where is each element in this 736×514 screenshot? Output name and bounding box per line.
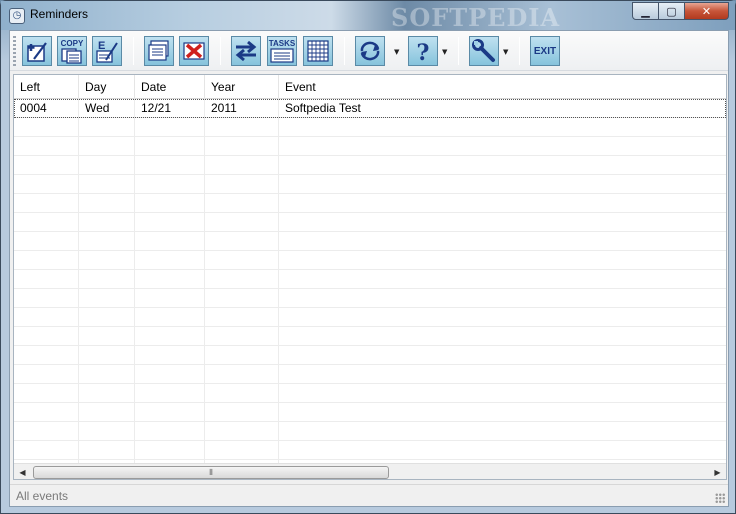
column-header-date[interactable]: Date (135, 75, 205, 99)
edit-button[interactable]: E (92, 36, 122, 66)
column-header-left[interactable]: Left (14, 75, 79, 99)
grid-icon (307, 40, 329, 62)
swap-arrows-icon (235, 40, 257, 62)
horizontal-scrollbar[interactable]: ◀ ⦀ ▶ (14, 463, 726, 479)
cell-left: 0004 (20, 101, 47, 115)
help-button[interactable]: ? (408, 36, 438, 66)
wrench-icon (472, 39, 495, 62)
app-window: ◷ Reminders SOFTPEDIA ▁ ▢ ✕ COPY E TASKS… (0, 0, 736, 514)
scrollbar-thumb[interactable]: ⦀ (33, 466, 389, 479)
cell-year: 2011 (211, 101, 237, 115)
calendar-button[interactable] (303, 36, 333, 66)
toolbar: COPY E TASKS ▼ ? ▼ ▼ EXIT (10, 31, 728, 71)
settings-button[interactable] (469, 36, 499, 66)
empty-row (14, 346, 726, 365)
tasks-icon-label: TASKS (269, 39, 296, 48)
column-header-day[interactable]: Day (79, 75, 135, 99)
status-text: All events (16, 489, 69, 503)
help-dropdown-arrow[interactable]: ▼ (442, 48, 447, 56)
tasks-icon: TASKS (269, 39, 296, 63)
cell-day: Wed (85, 101, 110, 115)
settings-dropdown-arrow[interactable]: ▼ (503, 48, 508, 56)
document-list-icon (148, 40, 169, 61)
cell-event: Softpedia Test (285, 101, 361, 115)
empty-row (14, 232, 726, 251)
empty-row (14, 118, 726, 137)
empty-row (14, 137, 726, 156)
help-icon: ? (417, 40, 430, 64)
help-icon-label: ? (417, 40, 430, 64)
window-title: Reminders (30, 7, 89, 21)
tasks-button[interactable]: TASKS (267, 36, 297, 66)
watermark-text: SOFTPEDIA (391, 3, 561, 32)
toolbar-separator (519, 37, 520, 65)
copy-icon: COPY (61, 39, 84, 64)
toolbar-separator (220, 37, 221, 65)
scroll-right-arrow-icon[interactable]: ▶ (709, 464, 726, 479)
status-bar: All events (10, 484, 728, 506)
empty-row (14, 308, 726, 327)
scroll-left-arrow-icon[interactable]: ◀ (14, 464, 31, 479)
edit-icon-label: E (98, 40, 105, 52)
empty-row (14, 327, 726, 346)
maximize-button[interactable]: ▢ (659, 2, 685, 20)
empty-row (14, 175, 726, 194)
toolbar-separator (133, 37, 134, 65)
toolbar-separator (458, 37, 459, 65)
app-clock-icon[interactable]: ◷ (9, 8, 25, 24)
events-list[interactable]: Left Day Date Year Event 0004 Wed 12/21 … (13, 74, 727, 480)
cell-date: 12/21 (141, 101, 172, 115)
empty-row (14, 194, 726, 213)
delete-icon (183, 42, 205, 60)
table-row[interactable]: 0004 Wed 12/21 2011 Softpedia Test (14, 99, 726, 118)
resize-grip-icon[interactable] (715, 493, 725, 503)
empty-row (14, 156, 726, 175)
empty-row (14, 384, 726, 403)
empty-row (14, 441, 726, 460)
transfer-button[interactable] (231, 36, 261, 66)
title-bar[interactable]: ◷ Reminders SOFTPEDIA ▁ ▢ ✕ (1, 1, 735, 32)
exit-button[interactable]: EXIT (530, 36, 560, 66)
sync-button[interactable] (355, 36, 385, 66)
empty-row (14, 213, 726, 232)
list-rows: 0004 Wed 12/21 2011 Softpedia Test (14, 99, 726, 460)
empty-row (14, 289, 726, 308)
empty-row (14, 251, 726, 270)
sync-dropdown-arrow[interactable]: ▼ (394, 48, 399, 56)
column-header-event[interactable]: Event (279, 75, 726, 99)
copy-icon-label: COPY (61, 39, 84, 48)
empty-row (14, 270, 726, 289)
sync-icon (360, 41, 380, 61)
exit-button-label: EXIT (533, 45, 557, 57)
empty-row (14, 422, 726, 441)
details-button[interactable] (144, 36, 174, 66)
new-reminder-button[interactable] (22, 36, 52, 66)
list-header: Left Day Date Year Event (14, 75, 726, 99)
minimize-button[interactable]: ▁ (632, 2, 659, 20)
copy-button[interactable]: COPY (57, 36, 87, 66)
toolbar-separator (344, 37, 345, 65)
edit-icon: E (96, 40, 118, 63)
column-header-year[interactable]: Year (205, 75, 279, 99)
toolbar-grip[interactable] (13, 36, 16, 66)
delete-button[interactable] (179, 36, 209, 66)
window-controls: ▁ ▢ ✕ (632, 2, 729, 20)
close-button[interactable]: ✕ (685, 2, 729, 20)
empty-row (14, 403, 726, 422)
new-note-icon (27, 42, 47, 62)
client-area: COPY E TASKS ▼ ? ▼ ▼ EXIT Left Day Date … (9, 30, 729, 507)
empty-row (14, 365, 726, 384)
